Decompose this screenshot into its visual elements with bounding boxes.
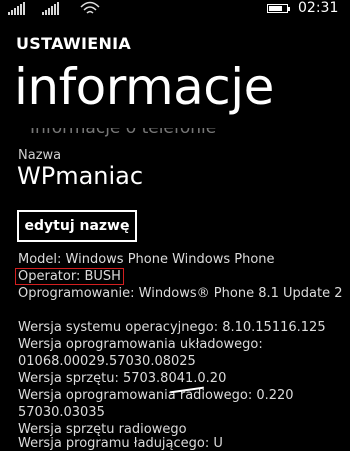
wifi-icon (80, 1, 100, 14)
faded-subtitle: Informacje o telefonie (30, 118, 217, 138)
os-version-info: Wersja systemu operacyjnego: 8.10.15116.… (18, 320, 326, 335)
status-bar: 02:31 (0, 0, 350, 22)
radio-software-label: Wersja oprogramowania radiowego: 0.220 (18, 388, 294, 403)
name-label: Nazwa (18, 148, 62, 163)
software-info: Oprogramowanie: Windows® Phone 8.1 Updat… (18, 286, 343, 301)
rename-button[interactable]: edytuj nazwę (17, 210, 137, 242)
operator-info: Operator: BUSH (15, 268, 124, 285)
radio-hardware-info: Wersja sprzętu radiowego (18, 422, 187, 437)
model-info: Model: Windows Phone Windows Phone (18, 252, 275, 267)
clock: 02:31 (298, 0, 339, 16)
bootloader-info: Wersja programu ładującego: U (18, 436, 223, 451)
signal-icon (8, 2, 25, 15)
radio-software-value: 57030.03035 (18, 405, 105, 420)
hardware-info: Wersja sprzętu: 5703.8041.0.20 (18, 371, 227, 386)
firmware-value: 01068.00029.57030.08025 (18, 354, 196, 369)
battery-icon (267, 4, 290, 13)
operator-highlight: Operator: BUSH (15, 268, 124, 285)
section-header: USTAWIENIA (16, 34, 132, 53)
firmware-label: Wersja oprogramowania układowego: (18, 337, 263, 352)
device-name: WPmaniac (17, 162, 144, 190)
signal-icon-2 (42, 2, 59, 15)
rename-button-label: edytuj nazwę (24, 218, 130, 234)
page-title: informacje (14, 58, 274, 116)
